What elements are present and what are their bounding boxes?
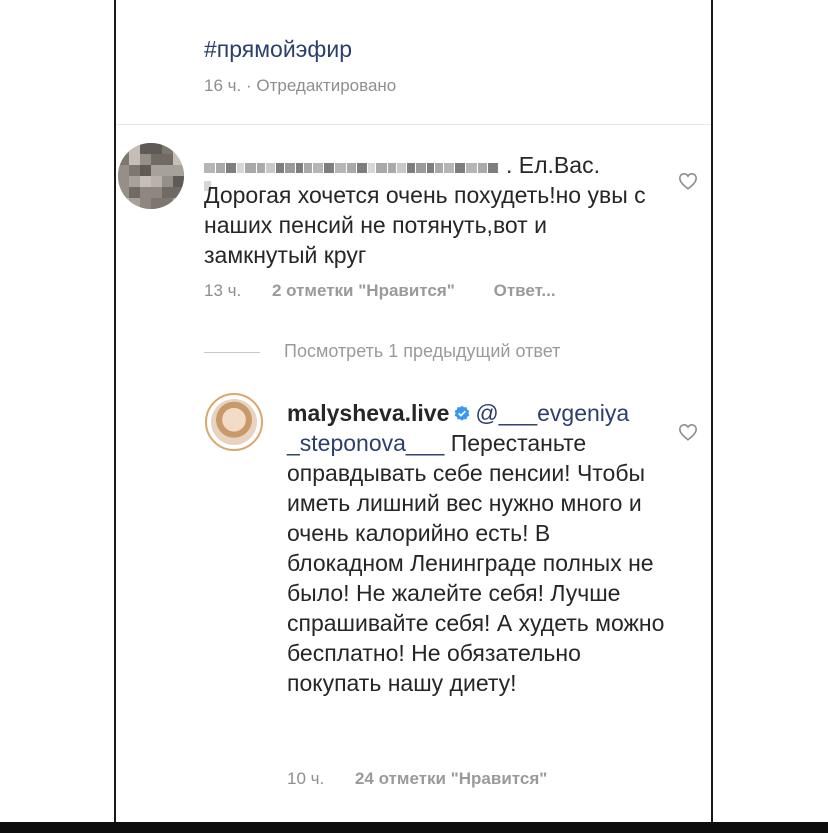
comment2-time: 10 ч. bbox=[287, 769, 325, 788]
heart-outline-icon[interactable] bbox=[678, 172, 698, 190]
meta-separator: · bbox=[245, 76, 252, 95]
frame-right-border bbox=[711, 0, 713, 833]
view-previous-line bbox=[204, 351, 260, 353]
comment1-likes[interactable]: 2 отметки "Нравится" bbox=[272, 281, 455, 300]
comment1-time: 13 ч. bbox=[204, 281, 242, 300]
comment2-text-body: Перестаньте оправдывать себе пенсии! Что… bbox=[287, 430, 665, 696]
comment1-avatar[interactable] bbox=[118, 143, 184, 209]
post-hashtag[interactable]: #прямойэфир bbox=[204, 36, 352, 63]
section-divider bbox=[116, 124, 711, 125]
comment2-avatar[interactable] bbox=[205, 393, 263, 451]
comment1-reply-button[interactable]: Ответ... bbox=[494, 281, 556, 300]
post-edited-label: Отредактировано bbox=[256, 76, 397, 95]
view-previous-replies[interactable]: Посмотреть 1 предыдущий ответ bbox=[204, 341, 560, 362]
frame-bottom-bar bbox=[0, 822, 828, 833]
post-meta: 16 ч. · Отредактировано bbox=[204, 76, 396, 96]
avatar-photo bbox=[211, 399, 257, 445]
comment1-text-lead: . Ел.Вас. bbox=[506, 152, 600, 178]
comment1-meta: 13 ч. 2 отметки "Нравится" Ответ... bbox=[204, 281, 556, 301]
comment1-text: . Ел.Вас. Дорогая хочется очень похудеть… bbox=[204, 150, 654, 270]
comment2-likes[interactable]: 24 отметки "Нравится" bbox=[355, 769, 547, 788]
heart-outline-icon[interactable] bbox=[678, 423, 698, 441]
verified-badge-icon bbox=[453, 400, 471, 421]
comment2-username[interactable]: malysheva.live bbox=[287, 400, 449, 426]
comment1-text-body: Дорогая хочется очень похудеть!но увы с … bbox=[204, 182, 646, 268]
post-time: 16 ч. bbox=[204, 76, 242, 95]
comment2-text: malysheva.live @___evgeniya _steponova___… bbox=[287, 398, 667, 698]
comment2-meta: 10 ч. 24 отметки "Нравится" bbox=[287, 769, 547, 789]
view-previous-label[interactable]: Посмотреть 1 предыдущий ответ bbox=[284, 341, 560, 361]
